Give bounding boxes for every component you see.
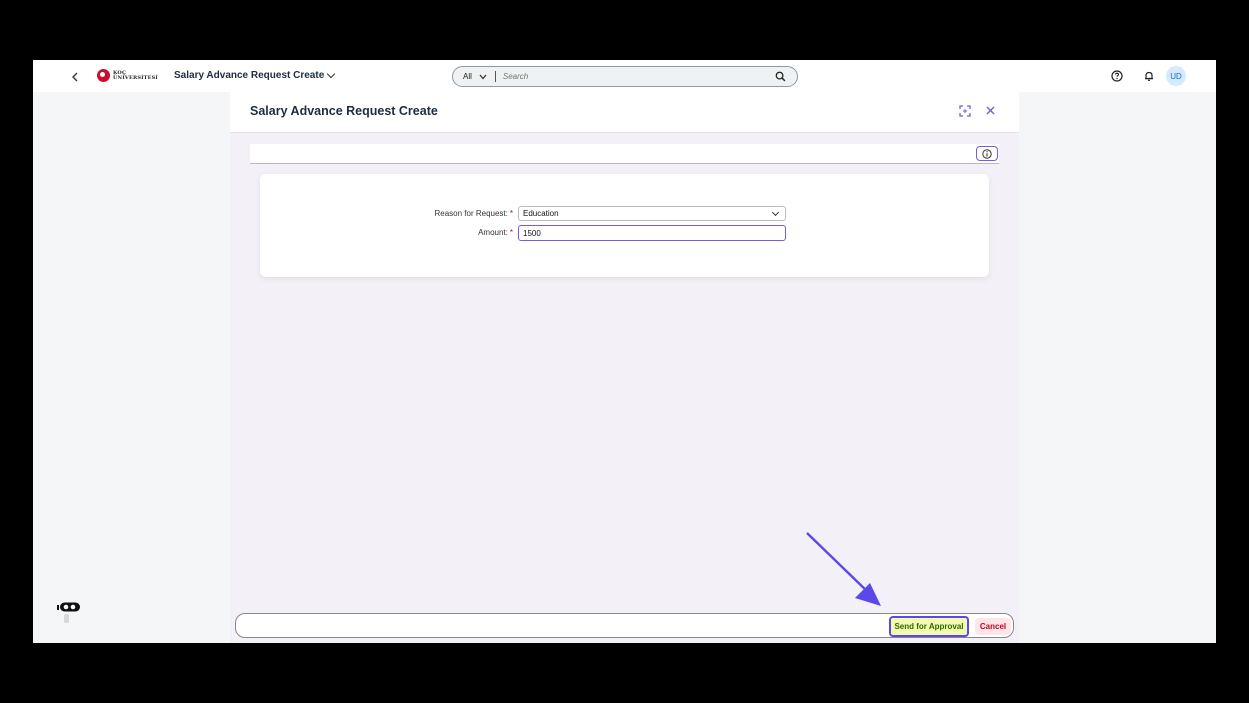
annotation-arrow-icon: [806, 532, 881, 606]
reason-value: Education: [523, 209, 559, 218]
send-for-approval-button[interactable]: Send for Approval: [889, 616, 969, 637]
logo-mark-icon: [97, 69, 110, 82]
reason-select[interactable]: Education: [518, 206, 786, 221]
avatar[interactable]: UD: [1166, 66, 1186, 86]
avatar-initials: UD: [1170, 71, 1182, 81]
close-icon[interactable]: [985, 105, 996, 116]
reason-label: Reason for Request: *: [434, 209, 514, 218]
section-toolbar: [250, 144, 999, 164]
request-form: Reason for Request: * Education Amount: *: [260, 174, 989, 277]
required-mark: *: [509, 209, 513, 218]
search-input[interactable]: [502, 72, 763, 81]
app-title-menu[interactable]: Salary Advance Request Create: [174, 69, 336, 81]
amount-field-row: Amount: *: [260, 225, 989, 241]
chevron-down-icon: [771, 208, 780, 217]
dialog-footer: Send for Approval Cancel: [235, 613, 1014, 638]
shell-bar: KOÇ ÜNİVERSİTESİ Salary Advance Request …: [33, 60, 1216, 92]
dialog-title: Salary Advance Request Create: [250, 104, 438, 118]
search-scope-label: All: [463, 72, 472, 81]
chevron-down-icon: [327, 69, 336, 79]
company-logo[interactable]: KOÇ ÜNİVERSİTESİ: [97, 69, 158, 82]
app-screen: KOÇ ÜNİVERSİTESİ Salary Advance Request …: [33, 60, 1216, 643]
info-button[interactable]: [976, 146, 998, 161]
amount-label: Amount: *: [478, 228, 513, 237]
search-scope-select[interactable]: All: [463, 72, 487, 81]
dialog-header: Salary Advance Request Create: [230, 92, 1019, 133]
bell-icon[interactable]: [1143, 70, 1155, 82]
cancel-button[interactable]: Cancel: [975, 618, 1011, 635]
reason-field-row: Reason for Request: * Education: [260, 206, 989, 222]
search-divider: [494, 71, 496, 82]
assistant-drag-handle[interactable]: [64, 614, 69, 623]
app-title: Salary Advance Request Create: [174, 70, 325, 81]
info-icon: [982, 148, 992, 159]
required-mark: *: [509, 228, 513, 237]
logo-line2: ÜNİVERSİTESİ: [113, 74, 158, 81]
help-icon[interactable]: [1111, 70, 1123, 82]
search-icon[interactable]: [775, 71, 786, 82]
back-icon[interactable]: [71, 68, 83, 84]
expand-icon[interactable]: [959, 105, 971, 117]
search-bar: All: [452, 66, 798, 87]
amount-input[interactable]: [518, 225, 786, 241]
chevron-down-icon: [479, 74, 487, 79]
cancel-label: Cancel: [979, 622, 1007, 631]
send-for-approval-label: Send for Approval: [894, 622, 964, 631]
assistant-icon[interactable]: [57, 601, 81, 613]
request-dialog: Salary Advance Request Create Reason for…: [230, 92, 1019, 643]
